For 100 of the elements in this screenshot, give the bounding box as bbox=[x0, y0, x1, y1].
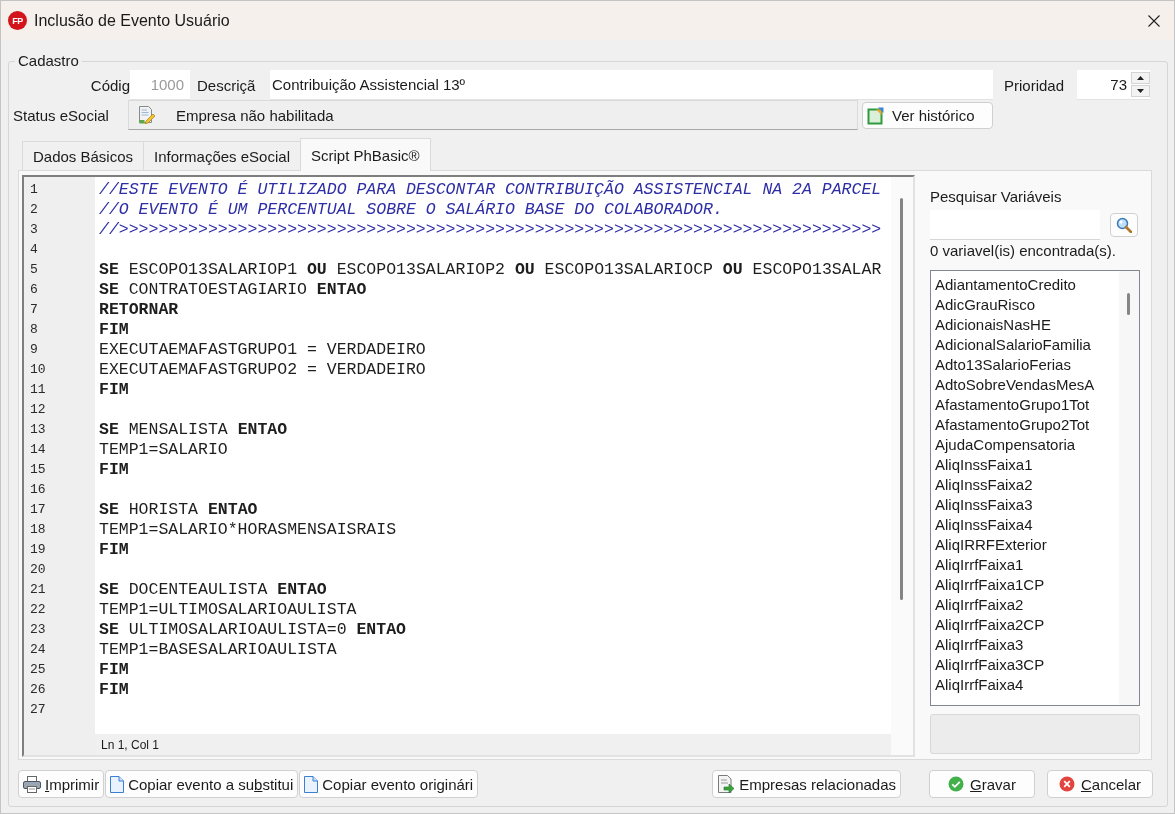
document-icon bbox=[304, 775, 319, 793]
action-button[interactable]: Cancelar bbox=[1047, 770, 1153, 798]
code-line: RETORNAR bbox=[99, 299, 179, 319]
list-item[interactable]: AliqInssFaixa3 bbox=[935, 495, 1033, 513]
result-count: 0 variavel(is) encontrada(s). bbox=[930, 242, 1116, 260]
line-number: 23 bbox=[30, 621, 46, 637]
caret-up-icon bbox=[1137, 76, 1144, 80]
list-item[interactable]: AliqInssFaixa2 bbox=[935, 475, 1033, 493]
scrollbar[interactable] bbox=[1119, 271, 1139, 705]
code-comment: //ESTE EVENTO É UTILIZADO PARA DESCONTAR CONTRIBUIÇÃO ASSISTENCIAL NA 2A PARCEL bbox=[99, 179, 882, 199]
action-button[interactable]: Gravar bbox=[929, 770, 1035, 798]
list-item[interactable]: AfastamentoGrupo2Tot bbox=[935, 415, 1090, 433]
code-line: TEMP1=ULTIMOSALARIOAULISTA bbox=[99, 599, 357, 619]
list-item[interactable]: AdiantamentoCredito bbox=[935, 275, 1076, 293]
code-line: FIM bbox=[99, 539, 129, 559]
list-item[interactable]: AliqIrrfFaixa3 bbox=[935, 635, 1024, 653]
code-line: EXECUTAEMAFASTGRUPO1 = VERDADEIRO bbox=[99, 339, 426, 359]
list-item[interactable]: AliqIrrfFaixa3CP bbox=[935, 655, 1045, 673]
line-number: 19 bbox=[30, 541, 46, 557]
action-button[interactable]: Empresas relacionadas bbox=[712, 770, 901, 798]
action-button[interactable]: Imprimir bbox=[18, 770, 105, 798]
tab[interactable]: Script PhBasic® bbox=[299, 138, 431, 171]
line-number: 8 bbox=[30, 321, 38, 337]
scrollbar-thumb[interactable] bbox=[1127, 293, 1130, 315]
code-line: TEMP1=BASESALARIOAULISTA bbox=[99, 639, 337, 659]
field-label: Descriçã bbox=[197, 76, 256, 94]
code-line: FIM bbox=[99, 379, 129, 399]
spin-down-button[interactable] bbox=[1131, 85, 1150, 97]
list-item[interactable]: Adto13SalarioFerias bbox=[935, 355, 1071, 373]
code-line: EXECUTAEMAFASTGRUPO2 = VERDADEIRO bbox=[99, 359, 426, 379]
line-number: 17 bbox=[30, 501, 46, 517]
status-text: Empresa não habilitada bbox=[176, 106, 334, 124]
action-button[interactable]: Copiar evento a substitui bbox=[105, 770, 299, 798]
field-label: Códig bbox=[90, 76, 130, 94]
code-line: SE ULTIMOSALARIOAULISTA=0 ENTAO bbox=[99, 619, 406, 639]
code-line: SE HORISTA ENTAO bbox=[99, 499, 258, 519]
list-item[interactable]: AdtoSobreVendasMesA bbox=[935, 375, 1095, 393]
search-button[interactable] bbox=[1110, 213, 1138, 237]
printer-icon bbox=[23, 775, 41, 793]
code-comment: //O EVENTO É UM PERCENTUAL SOBRE O SALÁRIO BASE DO COLABORADOR. bbox=[99, 199, 723, 219]
code-line: SE ESCOPO13SALARIOP1 OU ESCOPO13SALARIOP2 OU ESCOPO13SALARIOCP OU ESCOPO13SALAR bbox=[99, 259, 882, 279]
list-item[interactable]: AliqIrrfFaixa2CP bbox=[935, 615, 1045, 633]
search-field[interactable] bbox=[930, 210, 1100, 240]
document-arrow-icon bbox=[717, 775, 736, 793]
field-label: Prioridad bbox=[1004, 76, 1065, 94]
scrollbar-thumb[interactable] bbox=[900, 198, 903, 600]
code-line: SE MENSALISTA ENTAO bbox=[99, 419, 288, 439]
line-number: 7 bbox=[30, 301, 38, 317]
window-title: Inclusão de Evento Usuário bbox=[34, 11, 230, 30]
list-item[interactable]: AjudaCompensatoria bbox=[935, 435, 1076, 453]
code-line: FIM bbox=[99, 659, 129, 679]
code-line: FIM bbox=[99, 319, 129, 339]
code-line: FIM bbox=[99, 459, 129, 479]
check-circle-icon bbox=[948, 776, 965, 792]
list-item[interactable]: AliqIrrfFaixa1 bbox=[935, 555, 1024, 573]
list-item[interactable]: AliqInssFaixa1 bbox=[935, 455, 1033, 473]
list-item[interactable]: AliqIRRFExterior bbox=[935, 535, 1047, 553]
line-number: 22 bbox=[30, 601, 46, 617]
search-label: Pesquisar Variáveis bbox=[930, 188, 1062, 206]
priority-field[interactable]: 73 bbox=[1077, 70, 1131, 100]
line-number: 20 bbox=[30, 561, 46, 577]
scrollbar[interactable] bbox=[891, 177, 913, 755]
line-number: 10 bbox=[30, 361, 46, 377]
spin-up-button[interactable] bbox=[1131, 72, 1150, 84]
code-editor[interactable] bbox=[22, 175, 915, 757]
cursor-position: Ln 1, Col 1 bbox=[101, 737, 160, 752]
code-line: TEMP1=SALARIO*HORASMENSAISRAIS bbox=[99, 519, 397, 539]
list-item[interactable]: AdicionalSalarioFamilia bbox=[935, 335, 1091, 353]
list-item[interactable]: AliqIrrfFaixa4 bbox=[935, 675, 1024, 693]
line-number: 2 bbox=[30, 201, 38, 217]
list-item[interactable]: AfastamentoGrupo1Tot bbox=[935, 395, 1090, 413]
code-comment: //>>>>>>>>>>>>>>>>>>>>>>>>>>>>>>>>>>>>>>>>>>>>>>>>>>>>>>>>>>>>>>>>>>>>>>>>>>>>> bbox=[99, 219, 882, 239]
app-logo: FP bbox=[8, 11, 27, 30]
line-number: 5 bbox=[30, 261, 38, 277]
line-number: 16 bbox=[30, 481, 46, 497]
line-number: 13 bbox=[30, 421, 46, 437]
line-number: 9 bbox=[30, 341, 38, 357]
line-number: 18 bbox=[30, 521, 46, 537]
code-line: TEMP1=SALARIO bbox=[99, 439, 228, 459]
list-item[interactable]: AliqIrrfFaixa2 bbox=[935, 595, 1024, 613]
history-button[interactable]: Ver histórico bbox=[862, 101, 993, 129]
field-label: Status eSocial bbox=[13, 106, 109, 124]
tab[interactable]: Dados Básicos bbox=[22, 141, 145, 170]
page-icon bbox=[867, 105, 887, 125]
code-line: SE DOCENTEAULISTA ENTAO bbox=[99, 579, 327, 599]
list-item[interactable]: AdicionaisNasHE bbox=[935, 315, 1051, 333]
action-button[interactable]: Copiar evento originári bbox=[299, 770, 479, 798]
description-field[interactable]: Contribuição Assistencial 13º bbox=[270, 70, 993, 100]
line-number: 6 bbox=[30, 281, 38, 297]
line-number: 26 bbox=[30, 681, 46, 697]
line-number: 27 bbox=[30, 701, 46, 717]
list-item[interactable]: AliqInssFaixa4 bbox=[935, 515, 1033, 533]
search-icon bbox=[1116, 217, 1132, 233]
code-line: FIM bbox=[99, 679, 129, 699]
list-item[interactable]: AliqIrrfFaixa1CP bbox=[935, 575, 1045, 593]
code-line: SE CONTRATOESTAGIARIO ENTAO bbox=[99, 279, 367, 299]
line-number: 3 bbox=[30, 221, 38, 237]
caret-down-icon bbox=[1137, 89, 1144, 93]
list-item[interactable]: AdicGrauRisco bbox=[935, 295, 1036, 313]
line-number: 21 bbox=[30, 581, 46, 597]
